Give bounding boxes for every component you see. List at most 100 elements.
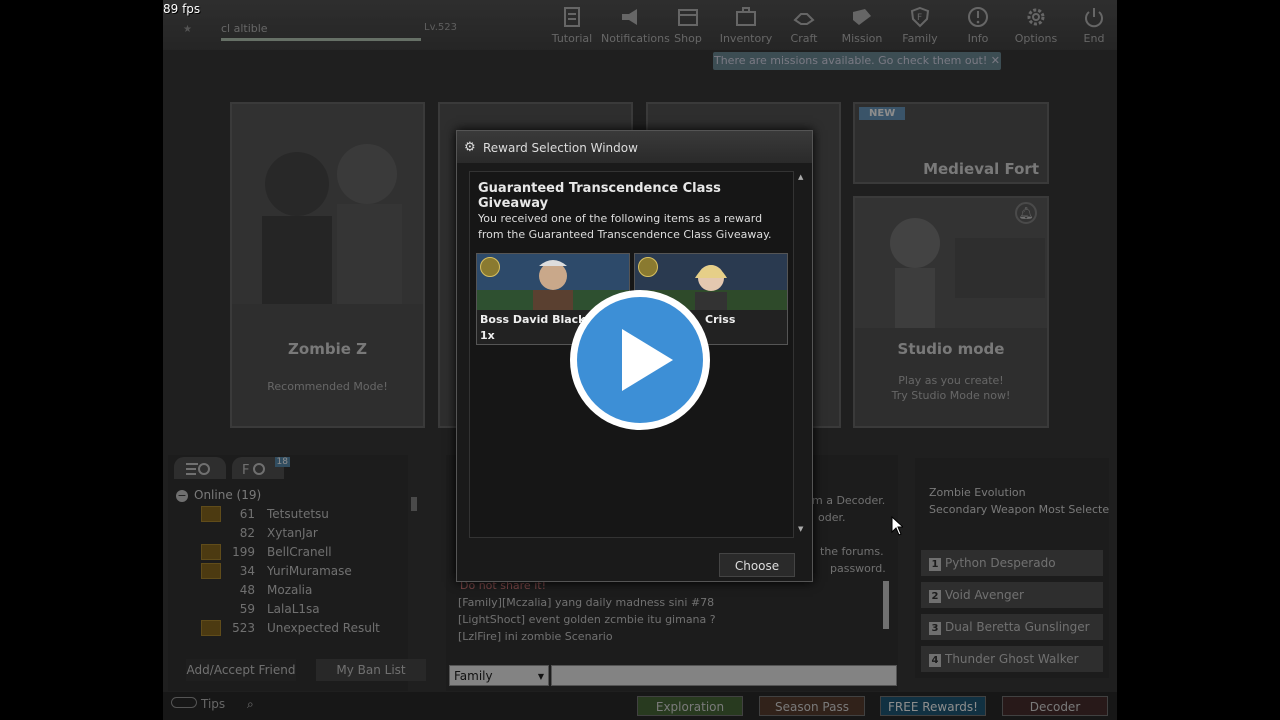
friends-panel: F 18 − Online (19) 61 Tetsutetsu 82 XytanJar… (168, 455, 426, 691)
weapon-name: Void Avenger (945, 588, 1024, 602)
chat-channel-select[interactable]: Family ▼ (449, 665, 549, 686)
friend-search-icon: F (242, 463, 265, 478)
svg-text:F: F (242, 463, 249, 478)
friend-row[interactable]: 48 Mozalia (176, 581, 414, 600)
tips-toggle[interactable]: Tips (171, 697, 225, 711)
mode-subtitle-2: Try Studio Mode now! (891, 389, 1011, 402)
mission-icon (853, 9, 871, 25)
friend-name: BellCranell (267, 545, 332, 559)
new-badge: NEW (859, 107, 906, 120)
weapon-name: Python Desperado (945, 556, 1056, 570)
friend-row[interactable]: 59 LalaL1sa (176, 600, 414, 619)
family-shield-icon: F (910, 6, 930, 28)
exploration-button[interactable]: Exploration (637, 696, 743, 716)
rank-number: 4 (929, 654, 941, 667)
chat-fragment: password. (830, 562, 886, 575)
friends-list: − Online (19) 61 Tetsutetsu 82 XytanJar 199… (176, 485, 414, 638)
fps-counter: 89 fps (163, 2, 201, 16)
chat-input[interactable] (551, 665, 897, 686)
xp-bar (221, 38, 421, 41)
weapon-rank-item[interactable]: 1 Python Desperado (921, 550, 1103, 576)
friend-level: 34 (239, 564, 255, 578)
weapon-name: Dual Beretta Gunslinger (945, 620, 1090, 634)
weapon-rank-item[interactable]: 3 Dual Beretta Gunslinger (921, 614, 1103, 640)
mission-tooltip[interactable]: There are missions available. Go check t… (713, 52, 1001, 70)
list-search-icon (186, 463, 210, 475)
friend-level: 199 (232, 545, 255, 559)
rank-icon (201, 582, 221, 598)
chevron-down-icon: ▼ (537, 672, 544, 681)
player-name: cl altible (221, 22, 268, 35)
nav-label: Info (967, 32, 989, 45)
weapon-rank-item[interactable]: 2 Void Avenger (921, 582, 1103, 608)
character-badge-icon (638, 257, 658, 277)
choose-button[interactable]: Choose (719, 553, 795, 577)
friend-level: 523 (232, 621, 255, 635)
friend-row[interactable]: 523 Unexpected Result (176, 619, 414, 638)
nav-label: Mission (841, 32, 883, 45)
channel-label: Family (454, 669, 493, 683)
mouse-cursor-icon (891, 516, 903, 536)
nav-options[interactable]: Options (1007, 4, 1065, 45)
gear-icon (1027, 8, 1045, 26)
rank-icon (201, 563, 221, 579)
mission-tip-text: There are missions available. Go check t… (713, 54, 988, 67)
friends-scrollbar[interactable] (411, 497, 417, 511)
chat-fragment: oder. (818, 511, 846, 524)
add-friend-button[interactable]: Add/Accept Friend (186, 659, 296, 681)
friend-level: 61 (239, 507, 255, 521)
friend-row[interactable]: 199 BellCranell (176, 543, 414, 562)
search-icon[interactable]: ⌕ (247, 697, 254, 712)
nav-family[interactable]: F Family (891, 4, 949, 45)
nav-label: Family (902, 32, 938, 45)
online-group[interactable]: − Online (19) (176, 485, 414, 505)
ban-list-button[interactable]: My Ban List (316, 659, 426, 681)
player-level: Lv.523 (424, 22, 457, 33)
collapse-icon[interactable]: − (176, 490, 188, 502)
nav-tutorial[interactable]: Tutorial (543, 4, 601, 45)
player-info: ★ cl altible Lv.523 (175, 18, 457, 44)
chevron-up-icon[interactable]: ▲ (798, 173, 806, 181)
nav-shop[interactable]: Shop (659, 4, 717, 45)
decoder-button[interactable]: Decoder (1002, 696, 1108, 716)
friend-row[interactable]: 82 XytanJar (176, 524, 414, 543)
app-logo-icon: ⚙ (464, 140, 476, 155)
mode-card-studio[interactable]: 🔔︎ Studio mode Play as you create! Try S… (853, 196, 1049, 428)
play-video-icon[interactable] (567, 287, 713, 433)
rank-icon (201, 525, 221, 541)
weapon-rank-item[interactable]: 4 Thunder Ghost Walker (921, 646, 1103, 672)
friend-level: 82 (239, 526, 255, 540)
mode-title: Studio mode (897, 340, 1005, 358)
nav-end[interactable]: End (1065, 4, 1117, 45)
season-pass-button[interactable]: Season Pass (759, 696, 865, 716)
friend-row[interactable]: 34 YuriMuramase (176, 562, 414, 581)
nav-craft[interactable]: Craft (775, 4, 833, 45)
bell-icon[interactable]: 🔔︎ (1015, 202, 1037, 224)
mode-subtitle-1: Play as you create! (898, 374, 1004, 387)
tab-list[interactable] (174, 457, 226, 479)
rank-icon (201, 506, 221, 522)
mode-card-medieval-fort[interactable]: NEW Medieval Fort (853, 102, 1049, 184)
chat-scrollbar[interactable] (883, 581, 889, 629)
friend-name: Tetsutetsu (267, 507, 329, 521)
nav-mission[interactable]: Mission (833, 4, 891, 45)
rank-icon (201, 601, 221, 617)
tab-friends[interactable]: F 18 (232, 457, 290, 479)
friend-name: LalaL1sa (267, 602, 320, 616)
friend-row[interactable]: 61 Tetsutetsu (176, 505, 414, 524)
chevron-down-icon[interactable]: ▼ (798, 525, 803, 533)
nav-notifications[interactable]: Notifications (601, 4, 670, 45)
chat-fragment: m a Decoder. (812, 494, 886, 507)
friend-count-badge: 18 (274, 457, 290, 467)
nav-info[interactable]: Info (949, 4, 1007, 45)
close-icon[interactable]: ✕ (991, 54, 1000, 67)
mode-card-zombie-z[interactable]: Zombie Z Recommended Mode! (230, 102, 425, 428)
rank-icon (201, 620, 221, 636)
nav-inventory[interactable]: Inventory (717, 4, 775, 45)
free-rewards-button[interactable]: FREE Rewards! (880, 696, 986, 716)
reward-description: You received one of the following items … (478, 212, 772, 241)
weapon-name: Thunder Ghost Walker (945, 652, 1079, 666)
item-quantity: 1x (480, 329, 495, 342)
reward-scrollbar[interactable]: ▲ ▼ (798, 173, 806, 533)
friend-name: XytanJar (267, 526, 318, 540)
